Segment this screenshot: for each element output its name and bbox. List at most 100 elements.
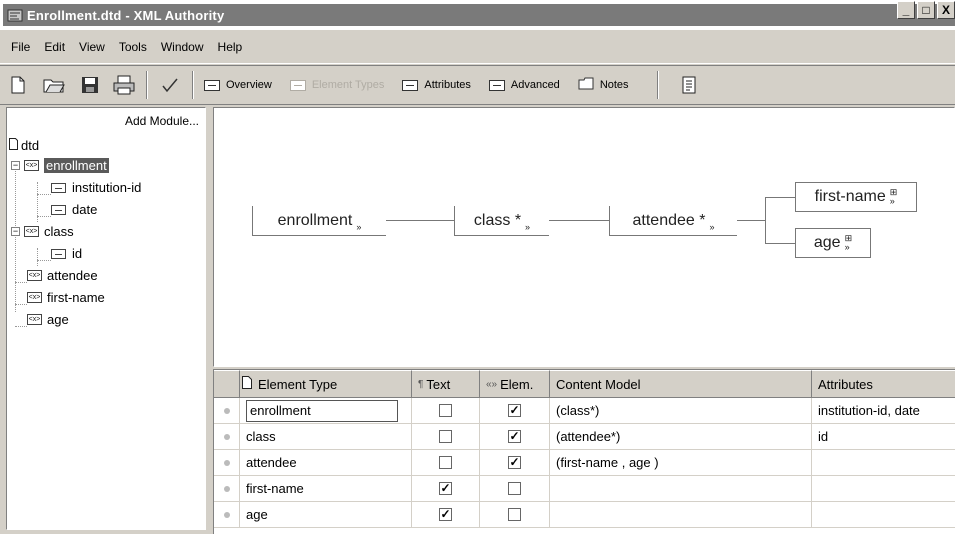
- cell-content-model[interactable]: (first-name , age ): [550, 450, 812, 476]
- expand-chevron-icon[interactable]: »: [709, 222, 714, 232]
- collapse-toggle-icon[interactable]: −: [11, 161, 20, 170]
- cell-attributes[interactable]: institution-id, date: [812, 398, 955, 424]
- elem-checkbox[interactable]: ✓: [508, 404, 521, 417]
- menu-tools[interactable]: Tools: [112, 40, 154, 54]
- cell-element-type[interactable]: first-name: [240, 476, 412, 502]
- elem-checkbox[interactable]: [508, 508, 521, 521]
- text-checkbox[interactable]: ✓: [439, 482, 452, 495]
- element-type-value: attendee: [246, 455, 297, 470]
- menu-bar: File Edit View Tools Window Help: [0, 30, 955, 64]
- cell-content-model[interactable]: [550, 502, 812, 528]
- validate-check-icon[interactable]: [158, 73, 182, 97]
- elem-checkbox[interactable]: ✓: [508, 456, 521, 469]
- menu-edit[interactable]: Edit: [37, 40, 72, 54]
- grid-header-element-type[interactable]: Element Type: [240, 370, 412, 398]
- tree-node-label: date: [72, 202, 98, 217]
- menu-help[interactable]: Help: [211, 40, 250, 54]
- close-button[interactable]: X: [937, 1, 955, 19]
- minimize-button[interactable]: _: [897, 1, 915, 19]
- tree-node-date[interactable]: date: [51, 202, 97, 217]
- dtd-tree-panel[interactable]: Add Module... dtd − <x> enrollment insti…: [6, 107, 206, 530]
- title-bar-strip[interactable]: Enrollment.dtd - XML Authority: [3, 4, 955, 26]
- tab-element-types[interactable]: Element Types: [289, 79, 384, 91]
- diagram-node-label: attendee *: [632, 211, 706, 229]
- cell-attributes[interactable]: [812, 476, 955, 502]
- expand-chevron-icon[interactable]: »: [525, 222, 530, 232]
- cell-elem: [480, 502, 550, 528]
- window-controls: _ □ X: [897, 1, 955, 19]
- cell-content-model[interactable]: (class*): [550, 398, 812, 424]
- cell-content-model[interactable]: [550, 476, 812, 502]
- text-checkbox[interactable]: [439, 456, 452, 469]
- diagram-node-class[interactable]: class * »: [454, 206, 549, 236]
- row-dot-icon: [223, 485, 230, 492]
- cell-attributes[interactable]: [812, 502, 955, 528]
- add-module-button[interactable]: Add Module...: [125, 114, 199, 128]
- document-icon[interactable]: [677, 73, 701, 97]
- diagram-node-enrollment[interactable]: enrollment »: [252, 206, 386, 236]
- tab-notes[interactable]: Notes: [578, 77, 629, 93]
- diagram-node-age[interactable]: age ⊞ »: [795, 228, 871, 258]
- tree-node-institution-id[interactable]: institution-id: [51, 180, 141, 195]
- cell-element-type[interactable]: attendee: [240, 450, 412, 476]
- diagram-connector: [765, 243, 795, 244]
- cell-element-type[interactable]: class: [240, 424, 412, 450]
- menu-view[interactable]: View: [72, 40, 112, 54]
- cell-elem: [480, 476, 550, 502]
- tree-node-label: first-name: [47, 290, 105, 305]
- app-window: Enrollment.dtd - XML Authority _ □ X Fil…: [0, 0, 955, 534]
- diagram-node-first-name[interactable]: first-name ⊞ »: [795, 182, 917, 212]
- tree-node-attendee[interactable]: <x> attendee: [27, 268, 98, 283]
- print-icon[interactable]: [112, 73, 136, 97]
- cell-attributes[interactable]: id: [812, 424, 955, 450]
- cell-content-model[interactable]: (attendee*): [550, 424, 812, 450]
- tab-overview[interactable]: Overview: [204, 79, 272, 91]
- table-row[interactable]: age ✓: [214, 502, 955, 528]
- element-icon: <x>: [24, 226, 39, 237]
- table-row[interactable]: enrollment ✓ (class*) institution-id, date: [214, 398, 955, 424]
- tree-node-id[interactable]: id: [51, 246, 82, 261]
- row-marker: [214, 502, 240, 528]
- tree-node-class[interactable]: − <x> class: [11, 224, 74, 239]
- text-checkbox[interactable]: ✓: [439, 508, 452, 521]
- attribute-icon: [51, 248, 66, 259]
- diagram-node-attendee[interactable]: attendee * »: [609, 206, 737, 236]
- tree-node-enrollment[interactable]: − <x> enrollment: [11, 158, 109, 173]
- element-types-grid[interactable]: Element Type ¶ Text «» Elem. Content Mod…: [213, 369, 955, 534]
- tree-node-age[interactable]: <x> age: [27, 312, 69, 327]
- tab-advanced[interactable]: Advanced: [488, 79, 560, 91]
- text-checkbox[interactable]: [439, 404, 452, 417]
- tree-node-dtd[interactable]: dtd: [9, 138, 39, 153]
- cell-attributes[interactable]: [812, 450, 955, 476]
- table-row[interactable]: class ✓ (attendee*) id: [214, 424, 955, 450]
- table-row[interactable]: first-name ✓: [214, 476, 955, 502]
- tab-attributes[interactable]: Attributes: [402, 79, 471, 91]
- expand-chevron-icon[interactable]: »: [356, 222, 361, 232]
- collapse-toggle-icon[interactable]: −: [11, 227, 20, 236]
- cell-elem: ✓: [480, 398, 550, 424]
- element-icon: <x>: [27, 314, 42, 325]
- grid-header-attributes[interactable]: Attributes: [812, 370, 955, 398]
- elem-checkbox[interactable]: [508, 482, 521, 495]
- maximize-button[interactable]: □: [917, 1, 935, 19]
- tree-node-first-name[interactable]: <x> first-name: [27, 290, 105, 305]
- diagram-node-label: class *: [473, 211, 522, 229]
- structure-diagram[interactable]: enrollment » class * » attendee * » firs…: [213, 107, 955, 367]
- cell-text: [412, 424, 480, 450]
- new-file-icon[interactable]: [6, 73, 30, 97]
- grid-header-content-model[interactable]: Content Model: [550, 370, 812, 398]
- text-checkbox[interactable]: [439, 430, 452, 443]
- cell-element-type[interactable]: age: [240, 502, 412, 528]
- open-folder-icon[interactable]: [42, 73, 66, 97]
- expand-chevron-icon[interactable]: ⊞ »: [845, 234, 853, 252]
- expand-chevron-icon[interactable]: ⊞ »: [890, 188, 898, 206]
- elem-checkbox[interactable]: ✓: [508, 430, 521, 443]
- grid-header-text[interactable]: ¶ Text: [412, 370, 480, 398]
- grid-header-elem[interactable]: «» Elem.: [480, 370, 550, 398]
- menu-window[interactable]: Window: [154, 40, 211, 54]
- element-type-edit-field[interactable]: enrollment: [246, 399, 398, 422]
- cell-element-type[interactable]: enrollment: [240, 398, 412, 424]
- save-icon[interactable]: [78, 73, 102, 97]
- menu-file[interactable]: File: [4, 40, 37, 54]
- table-row[interactable]: attendee ✓ (first-name , age ): [214, 450, 955, 476]
